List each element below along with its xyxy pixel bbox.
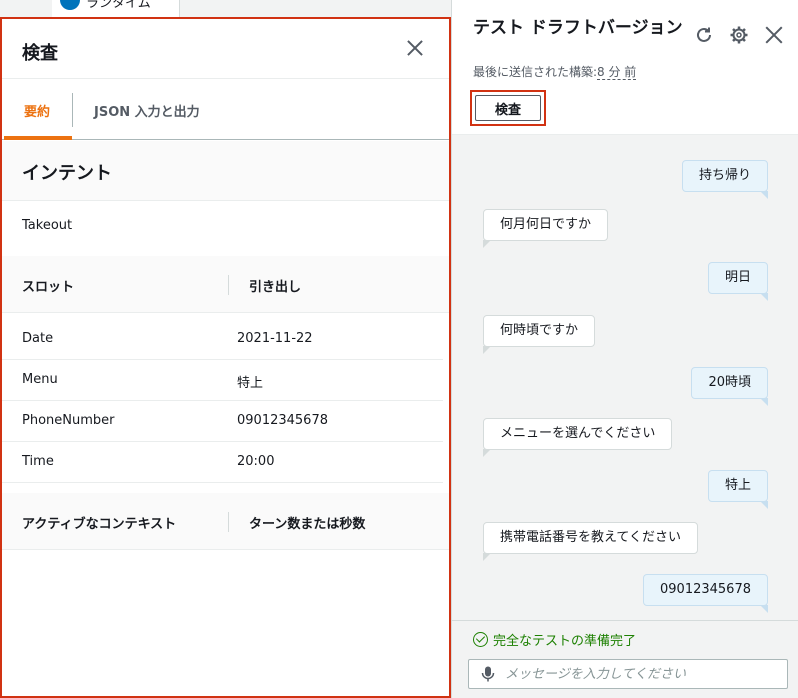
check-circle-icon — [473, 632, 488, 647]
user-message: 明日 — [707, 262, 769, 301]
table-row: PhoneNumber 09012345678 — [2, 401, 443, 442]
inspect-button[interactable]: 検査 — [475, 95, 541, 121]
table-row: Time 20:00 — [2, 442, 443, 483]
test-panel: テスト ドラフトバージョン 最後に送信された構築:8 分 前 検査 持ち帰り 何… — [451, 0, 798, 698]
context-column-header: アクティブなコンテキスト — [22, 517, 177, 532]
slot-name: Date — [22, 331, 54, 346]
column-separator — [228, 275, 229, 295]
tab-divider — [72, 93, 73, 127]
gear-icon[interactable] — [730, 26, 748, 44]
close-icon[interactable] — [407, 40, 423, 56]
test-title: テスト ドラフトバージョン — [473, 18, 683, 38]
bot-message: 何時頃ですか — [483, 315, 596, 354]
inspect-panel: 検査 要約 JSON 入力と出力 インテント Takeout スロット 引き出し… — [0, 17, 451, 698]
user-message: 持ち帰り — [681, 160, 769, 199]
message-input[interactable] — [505, 664, 781, 684]
user-message: 09012345678 — [643, 574, 768, 613]
last-build-info: 最後に送信された構築:8 分 前 — [473, 63, 637, 80]
column-separator — [228, 512, 229, 532]
slots-table-header: スロット 引き出し — [2, 256, 449, 313]
last-build-label: 最後に送信された構築: — [473, 65, 598, 79]
bot-message: メニューを選んでください — [483, 418, 673, 457]
active-tab-indicator — [4, 136, 72, 140]
user-message: 特上 — [707, 470, 769, 509]
inspect-button-highlight: 検査 — [470, 90, 546, 126]
test-status-text: 完全なテストの準備完了 — [493, 634, 637, 649]
chat-transcript[interactable]: 持ち帰り 何月何日ですか 明日 何時頃ですか 20時頃 メニューを選んでください… — [452, 134, 798, 620]
tab-runtime-label: ランタイム — [86, 0, 151, 11]
slot-value: 20:00 — [237, 454, 275, 469]
close-icon[interactable] — [765, 26, 783, 44]
bot-message: 携帯電話番号を教えてください — [483, 522, 698, 561]
bot-message: 何月何日ですか — [483, 209, 609, 248]
refresh-icon[interactable] — [695, 26, 713, 44]
chat-footer: 完全なテストの準備完了 — [452, 620, 798, 698]
inspect-tabs: 要約 JSON 入力と出力 — [2, 79, 449, 140]
intent-heading: インテント — [22, 163, 112, 184]
table-row: Menu 特上 — [2, 360, 443, 401]
slot-value: 特上 — [237, 376, 264, 391]
inspect-header: 検査 — [2, 19, 449, 79]
table-row: Date 2021-11-22 — [2, 319, 443, 360]
runtime-icon — [60, 0, 80, 10]
slot-value: 2021-11-22 — [237, 331, 313, 346]
message-input-box[interactable] — [468, 659, 788, 689]
slot-name: Time — [22, 454, 54, 469]
inspect-title: 検査 — [22, 43, 58, 64]
slot-value: 09012345678 — [237, 413, 328, 428]
microphone-icon[interactable] — [481, 666, 495, 682]
last-build-time: 8 分 前 — [597, 65, 637, 80]
turns-column-header: ターン数または秒数 — [249, 517, 366, 532]
context-table-header: アクティブなコンテキスト ターン数または秒数 — [2, 493, 449, 550]
slot-name: Menu — [22, 372, 58, 387]
tab-runtime[interactable]: ランタイム — [52, 0, 180, 17]
test-status: 完全なテストの準備完了 — [473, 630, 636, 649]
user-message: 20時頃 — [691, 367, 768, 406]
elicit-column-header: 引き出し — [249, 280, 302, 295]
slot-column-header: スロット — [22, 280, 75, 295]
intent-section-header: インテント — [2, 141, 449, 201]
intent-row: Takeout — [2, 201, 449, 256]
tab-summary[interactable]: 要約 — [24, 101, 50, 120]
tab-json-io[interactable]: JSON 入力と出力 — [94, 101, 200, 120]
intent-value: Takeout — [22, 218, 73, 233]
slot-name: PhoneNumber — [22, 413, 115, 428]
